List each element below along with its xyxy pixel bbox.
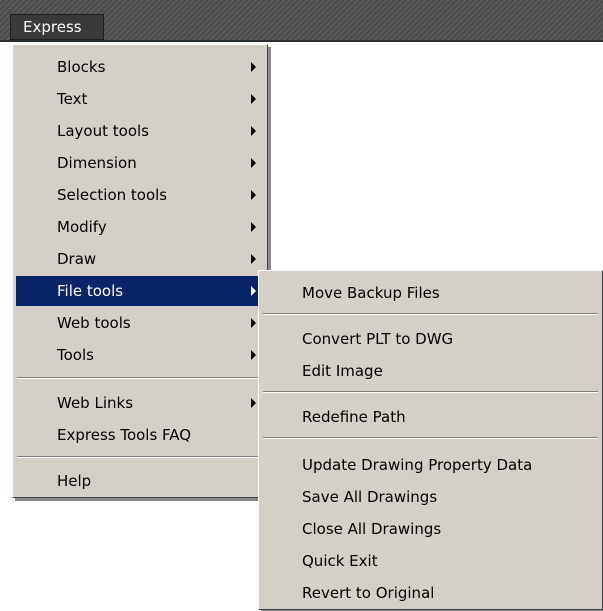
menu-item-blocks[interactable]: Blocks [16,52,264,82]
submenu-arrow-icon [251,254,256,264]
menu-item-layout-tools[interactable]: Layout tools [16,116,264,146]
menu-item-label: Selection tools [57,186,168,204]
menu-item-convert-plt-to-dwg[interactable]: Convert PLT to DWG [262,324,599,354]
express-dropdown-menu: Blocks Text Layout tools Dimension Selec… [12,44,268,498]
submenu-arrow-icon [251,286,256,296]
menu-item-text[interactable]: Text [16,84,264,114]
submenu-arrow-icon [251,398,256,408]
menu-separator [263,313,598,315]
menu-item-modify[interactable]: Modify [16,212,264,242]
menu-item-save-all-drawings[interactable]: Save All Drawings [262,482,599,512]
menu-item-revert-to-original[interactable]: Revert to Original [262,578,599,608]
menu-item-express-tools-faq[interactable]: Express Tools FAQ [16,420,264,450]
submenu-arrow-icon [251,190,256,200]
menu-item-label: Edit Image [302,362,383,380]
menu-bar: Express [0,0,603,42]
submenu-arrow-icon [251,222,256,232]
menu-item-label: Save All Drawings [302,488,438,506]
submenu-arrow-icon [251,62,256,72]
menu-item-label: Close All Drawings [302,520,442,538]
submenu-arrow-icon [251,158,256,168]
submenu-arrow-icon [251,94,256,104]
menu-item-label: Help [57,472,92,490]
menu-item-label: Move Backup Files [302,284,440,302]
menu-item-draw[interactable]: Draw [16,244,264,274]
menu-item-update-drawing-property-data[interactable]: Update Drawing Property Data [262,450,599,480]
menu-item-help[interactable]: Help [16,466,264,496]
menu-item-web-links[interactable]: Web Links [16,388,264,418]
menu-item-label: Layout tools [57,122,149,140]
menu-separator [17,377,263,379]
menu-item-label: Dimension [57,154,137,172]
menu-item-label: Convert PLT to DWG [302,330,454,348]
menu-separator [17,456,263,458]
menu-item-label: Web Links [57,394,134,412]
menu-separator [263,391,598,393]
submenu-arrow-icon [251,318,256,328]
express-menu[interactable]: Express [10,14,104,40]
menu-item-label: Express Tools FAQ [57,426,192,444]
menu-item-label: Redefine Path [302,408,406,426]
menu-item-label: Blocks [57,58,106,76]
menu-item-move-backup-files[interactable]: Move Backup Files [262,278,599,308]
menu-item-edit-image[interactable]: Edit Image [262,356,599,386]
menu-item-web-tools[interactable]: Web tools [16,308,264,338]
menu-item-quick-exit[interactable]: Quick Exit [262,546,599,576]
menu-item-dimension[interactable]: Dimension [16,148,264,178]
menu-item-label: Text [57,90,88,108]
menu-item-selection-tools[interactable]: Selection tools [16,180,264,210]
file-tools-submenu: Move Backup Files Convert PLT to DWG Edi… [258,270,603,610]
menu-item-label: File tools [57,282,124,300]
menu-item-label: Quick Exit [302,552,378,570]
menu-separator [263,437,598,439]
menu-item-tools[interactable]: Tools [16,340,264,370]
menu-item-label: Web tools [57,314,131,332]
menu-item-redefine-path[interactable]: Redefine Path [262,402,599,432]
menu-item-label: Draw [57,250,97,268]
menu-item-file-tools[interactable]: File tools [16,276,264,306]
menu-item-label: Tools [57,346,94,364]
menu-item-label: Update Drawing Property Data [302,456,533,474]
submenu-arrow-icon [251,126,256,136]
menu-item-close-all-drawings[interactable]: Close All Drawings [262,514,599,544]
menu-item-label: Modify [57,218,107,236]
menu-item-label: Revert to Original [302,584,435,602]
submenu-arrow-icon [251,350,256,360]
